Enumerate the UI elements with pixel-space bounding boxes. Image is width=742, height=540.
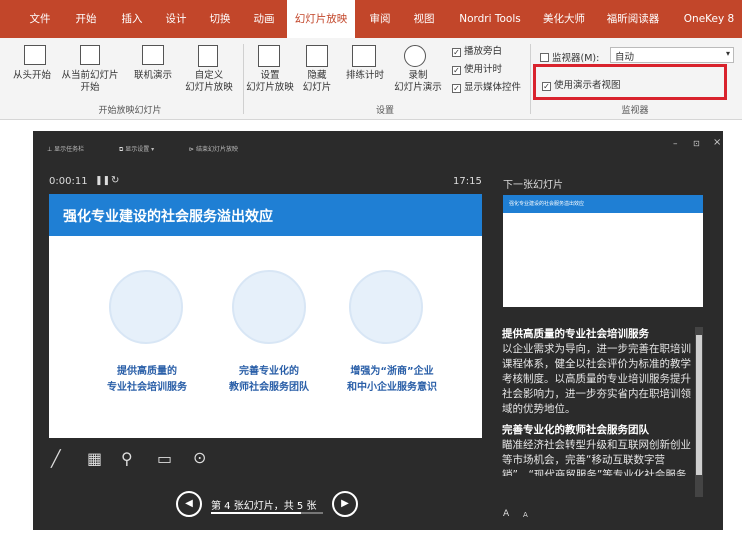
more-options-icon[interactable]: ⊙ [193, 448, 206, 467]
from-start-button[interactable]: 从头开始 [2, 70, 62, 82]
zoom-icon[interactable]: ⚲ [121, 449, 133, 468]
minimize-icon[interactable]: – [673, 139, 678, 149]
group-label-setup: 设置 [375, 106, 394, 116]
slide-caption-1: 提供高质量的 专业社会培训服务 [107, 366, 187, 393]
meeting-icon [349, 270, 423, 344]
team-icon [232, 270, 306, 344]
next-slide-label: 下一张幻灯片 [503, 180, 563, 191]
tab-home[interactable]: 开始 [66, 0, 106, 38]
training-icon [109, 270, 183, 344]
slide-caption-3: 增强为“浙商”企业 和中小企业服务意识 [347, 366, 437, 393]
record-icon [404, 45, 426, 67]
tab-nordri-tools[interactable]: Nordri Tools [452, 0, 528, 38]
chevron-down-icon: ▾ [725, 49, 730, 58]
progress-track [211, 512, 323, 514]
group-label-start: 开始放映幻灯片 [98, 106, 162, 116]
monitor-label: 监视器(M): [540, 50, 599, 64]
restore-icon[interactable]: ⊡ [693, 139, 700, 148]
online-present-button[interactable]: 联机演示 [122, 70, 184, 82]
tab-insert[interactable]: 插入 [112, 0, 152, 38]
slide-title: 强化专业建设的社会服务溢出效应 [63, 209, 273, 225]
monitor-select[interactable]: 自动 ▾ [610, 47, 734, 63]
next-slide-button[interactable]: ▶ [332, 491, 358, 517]
setup-show-button[interactable]: 设置 幻灯片放映 [244, 70, 296, 94]
see-all-slides-icon[interactable]: ▦ [87, 449, 102, 468]
clock-time: 17:15 [453, 176, 482, 187]
current-slide: 强化专业建设的社会服务溢出效应 提供高质量的 专业社会培训服务 完善专业化的 教… [49, 194, 482, 438]
notes-paragraph-1: 以企业需求为导向，进一步完善在职培训课程体系，健全以社会评价为标准的教学考核制度… [502, 343, 691, 415]
font-decrease-button[interactable]: A [523, 511, 528, 519]
media-controls-checkbox[interactable]: ✓ 显示媒体控件 [452, 79, 521, 93]
tab-beautify[interactable]: 美化大师 [536, 0, 592, 38]
highlight-box [533, 64, 727, 100]
slide-counter[interactable]: 第 4 张幻灯片，共 5 张 [211, 497, 316, 512]
next-slide-thumbnail[interactable]: 强化专业建设的社会服务溢出效应 [503, 195, 703, 307]
font-increase-button[interactable]: A [503, 509, 509, 519]
rehearse-timer-icon [352, 45, 376, 67]
tab-animations[interactable]: 动画 [244, 0, 284, 38]
group-label-monitor: 监视器 [621, 106, 649, 116]
scrollbar-thumb[interactable] [696, 335, 702, 475]
tab-onekey[interactable]: OneKey 8 [676, 0, 742, 38]
tab-design[interactable]: 设计 [156, 0, 196, 38]
slide-caption-2: 完善专业化的 教师社会服务团队 [229, 366, 309, 393]
notes-heading-2: 完善专业化的教师社会服务团队 [502, 424, 649, 436]
play-from-start-icon [24, 45, 46, 65]
black-screen-icon[interactable]: ▭ [157, 449, 172, 468]
custom-show-button[interactable]: 自定义 幻灯片放映 [176, 70, 242, 94]
tab-transitions[interactable]: 切换 [200, 0, 240, 38]
next-slide-title: 强化专业建设的社会服务溢出效应 [509, 201, 585, 207]
record-show-button[interactable]: 录制 幻灯片演示 [386, 70, 450, 94]
close-icon[interactable]: × [713, 137, 721, 148]
narration-checkbox[interactable]: ✓ 播放旁白 [452, 43, 502, 57]
setup-show-icon [258, 45, 280, 67]
notes-heading-1: 提供高质量的专业社会培训服务 [502, 328, 649, 340]
hide-slide-button[interactable]: 隐藏 幻灯片 [298, 70, 336, 94]
tab-review[interactable]: 审阅 [360, 0, 400, 38]
previous-slide-button[interactable]: ◀ [176, 491, 202, 517]
ribbon-tab-bar: 文件 开始 插入 设计 切换 动画 幻灯片放映 审阅 视图 Nordri Too… [0, 0, 742, 38]
pen-tool-icon[interactable]: ╱ [51, 449, 61, 468]
tab-foxit[interactable]: 福昕阅读器 [600, 0, 666, 38]
custom-show-icon [198, 45, 218, 67]
speaker-notes: 提供高质量的专业社会培训服务 以企业需求为导向，进一步完善在职培训课程体系，健全… [502, 327, 692, 476]
play-from-current-icon [80, 45, 100, 65]
presenter-view: ⊥ 显示任务栏 ⧉ 显示设置 ▾ ⊳ 结束幻灯片放映 – ⊡ × 0:00:11… [33, 131, 723, 530]
from-current-button[interactable]: 从当前幻灯片 开始 [58, 70, 122, 94]
monitor-icon [540, 53, 549, 62]
tab-file[interactable]: 文件 [20, 0, 60, 38]
rehearse-timings-button[interactable]: 排练计时 [340, 70, 390, 82]
show-taskbar-button[interactable]: ⊥ 显示任务栏 [47, 144, 84, 153]
progress-fill [211, 512, 301, 514]
end-slideshow-button[interactable]: ⊳ 结束幻灯片放映 [189, 144, 238, 153]
pause-icon[interactable]: ❚❚ [95, 176, 110, 186]
notes-scrollbar[interactable] [695, 327, 703, 497]
reset-timer-icon[interactable]: ↻ [111, 175, 119, 186]
tab-slideshow[interactable]: 幻灯片放映 [287, 0, 355, 38]
timings-checkbox[interactable]: ✓ 使用计时 [452, 61, 502, 75]
globe-icon [142, 45, 164, 65]
display-settings-button[interactable]: ⧉ 显示设置 ▾ [119, 144, 154, 154]
tab-view[interactable]: 视图 [404, 0, 444, 38]
elapsed-timer: 0:00:11 [49, 176, 88, 187]
separator [530, 44, 531, 114]
hide-slide-icon [306, 45, 328, 67]
notes-paragraph-2: 瞄准经济社会转型升级和互联网创新创业等市场机会，完善“移动互联数字营销”、“现代… [502, 439, 691, 476]
